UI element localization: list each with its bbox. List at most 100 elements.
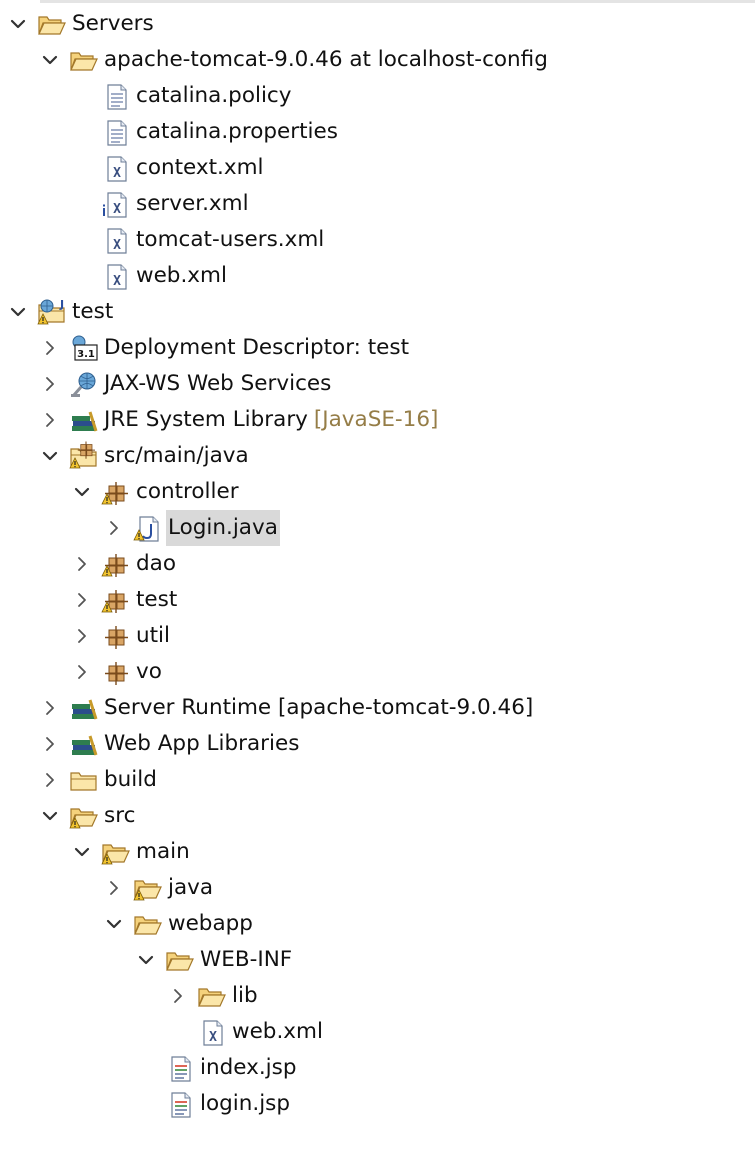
label-text: webapp — [168, 911, 253, 936]
chevron-right-icon[interactable] — [40, 330, 60, 366]
tree-item-lib[interactable]: lib — [0, 978, 755, 1014]
web-services-icon — [68, 366, 100, 402]
label-text: server.xml — [136, 191, 249, 216]
tree-item-label: Web App Libraries — [102, 726, 301, 762]
folder-open-icon — [164, 942, 196, 978]
package-warning-icon — [100, 582, 132, 618]
tree-item-main[interactable]: main — [0, 834, 755, 870]
tree-item-label: src — [102, 798, 137, 834]
label-text: catalina.properties — [136, 119, 338, 144]
tree-item-label: Server Runtime [apache-tomcat-9.0.46] — [102, 690, 535, 726]
tree-item-java[interactable]: java — [0, 870, 755, 906]
tree-item-label: web.xml — [134, 258, 229, 294]
folder-open-warning-icon — [132, 870, 164, 906]
chevron-right-icon[interactable] — [40, 366, 60, 402]
folder-open-warning-icon — [68, 798, 100, 834]
label-text: Deployment Descriptor: test — [104, 335, 410, 360]
label-text: java — [168, 875, 214, 900]
project-explorer-tree[interactable]: Servers apache-tomcat-9.0.46 at localhost… — [0, 6, 755, 1122]
tree-item-test[interactable]: test — [0, 582, 755, 618]
xml-file-icon: X — [100, 150, 132, 186]
tree-item-web-xml[interactable]: Xweb.xml — [0, 258, 755, 294]
xml-file-info-icon: X — [100, 186, 132, 222]
tree-item-deployment-descriptor-test[interactable]: 3.1 Deployment Descriptor: test — [0, 330, 755, 366]
web-project-warning-icon: J — [36, 294, 68, 330]
tree-item-context-xml[interactable]: Xcontext.xml — [0, 150, 755, 186]
chevron-down-icon[interactable] — [40, 42, 60, 78]
chevron-right-icon[interactable] — [40, 762, 60, 798]
label-text: build — [104, 767, 157, 792]
tree-item-server-xml[interactable]: Xserver.xml — [0, 186, 755, 222]
chevron-right-icon[interactable] — [72, 582, 92, 618]
label-text: tomcat-users.xml — [136, 227, 325, 252]
chevron-down-icon[interactable] — [72, 834, 92, 870]
chevron-right-icon[interactable] — [40, 690, 60, 726]
chevron-down-icon[interactable] — [8, 294, 28, 330]
chevron-right-icon[interactable] — [72, 546, 92, 582]
svg-text:X: X — [113, 274, 121, 289]
xml-file-icon: X — [100, 258, 132, 294]
chevron-right-icon[interactable] — [104, 510, 124, 546]
chevron-down-icon[interactable] — [40, 798, 60, 834]
label-text: Login.java — [168, 515, 278, 540]
tree-item-webapp[interactable]: webapp — [0, 906, 755, 942]
tree-item-server-runtime-apache-tomcat-9-0-46[interactable]: Server Runtime [apache-tomcat-9.0.46] — [0, 690, 755, 726]
label-text: vo — [136, 659, 162, 684]
library-icon — [68, 402, 100, 438]
chevron-right-icon[interactable] — [72, 654, 92, 690]
tree-item-tomcat-users-xml[interactable]: Xtomcat-users.xml — [0, 222, 755, 258]
tree-item-catalina-policy[interactable]: catalina.policy — [0, 78, 755, 114]
tree-item-apache-tomcat-9-0-46-at-localhost-config[interactable]: apache-tomcat-9.0.46 at localhost-config — [0, 42, 755, 78]
tree-item-label: Login.java — [166, 510, 280, 546]
xml-file-icon: X — [196, 1014, 228, 1050]
chevron-right-icon[interactable] — [72, 618, 92, 654]
chevron-right-icon[interactable] — [104, 870, 124, 906]
tree-item-controller[interactable]: controller — [0, 474, 755, 510]
folder-closed-icon — [68, 762, 100, 798]
chevron-down-icon[interactable] — [72, 474, 92, 510]
package-warning-icon — [100, 546, 132, 582]
text-file-icon — [100, 114, 132, 150]
tree-item-jre-system-library[interactable]: JRE System Library [JavaSE-16] — [0, 402, 755, 438]
tree-item-login-jsp[interactable]: login.jsp — [0, 1086, 755, 1122]
svg-text:X: X — [113, 202, 121, 217]
tree-item-web-inf[interactable]: WEB-INF — [0, 942, 755, 978]
tree-item-label: build — [102, 762, 159, 798]
tree-item-label: util — [134, 618, 172, 654]
label-text: test — [136, 587, 178, 612]
svg-text:X: X — [209, 1030, 217, 1045]
chevron-right-icon[interactable] — [40, 726, 60, 762]
jsp-file-icon — [164, 1050, 196, 1086]
tree-item-build[interactable]: build — [0, 762, 755, 798]
tree-item-catalina-properties[interactable]: catalina.properties — [0, 114, 755, 150]
tree-item-servers[interactable]: Servers — [0, 6, 755, 42]
deployment-descriptor-icon: 3.1 — [68, 330, 100, 366]
tree-item-label: context.xml — [134, 150, 266, 186]
tree-item-login-java[interactable]: Login.java — [0, 510, 755, 546]
tree-item-label: vo — [134, 654, 164, 690]
tree-item-index-jsp[interactable]: index.jsp — [0, 1050, 755, 1086]
tree-item-util[interactable]: util — [0, 618, 755, 654]
tree-item-web-xml[interactable]: Xweb.xml — [0, 1014, 755, 1050]
tree-item-dao[interactable]: dao — [0, 546, 755, 582]
chevron-down-icon[interactable] — [8, 6, 28, 42]
tree-item-label: Deployment Descriptor: test — [102, 330, 411, 366]
tree-item-src[interactable]: src — [0, 798, 755, 834]
jsp-file-icon — [164, 1086, 196, 1122]
chevron-down-icon[interactable] — [40, 438, 60, 474]
chevron-down-icon[interactable] — [104, 906, 124, 942]
tree-item-label: server.xml — [134, 186, 251, 222]
tree-item-vo[interactable]: vo — [0, 654, 755, 690]
tree-item-label: test — [70, 294, 115, 330]
tree-item-test[interactable]: Jtest — [0, 294, 755, 330]
chevron-right-icon[interactable] — [168, 978, 188, 1014]
tree-item-label: lib — [230, 978, 260, 1014]
chevron-right-icon[interactable] — [40, 402, 60, 438]
chevron-down-icon[interactable] — [136, 942, 156, 978]
label-text: dao — [136, 551, 176, 576]
label-text: src/main/java — [104, 443, 249, 468]
tree-item-web-app-libraries[interactable]: Web App Libraries — [0, 726, 755, 762]
tree-item-src-main-java[interactable]: src/main/java — [0, 438, 755, 474]
tree-item-jax-ws-web-services[interactable]: JAX-WS Web Services — [0, 366, 755, 402]
tree-item-label: apache-tomcat-9.0.46 at localhost-config — [102, 42, 550, 78]
